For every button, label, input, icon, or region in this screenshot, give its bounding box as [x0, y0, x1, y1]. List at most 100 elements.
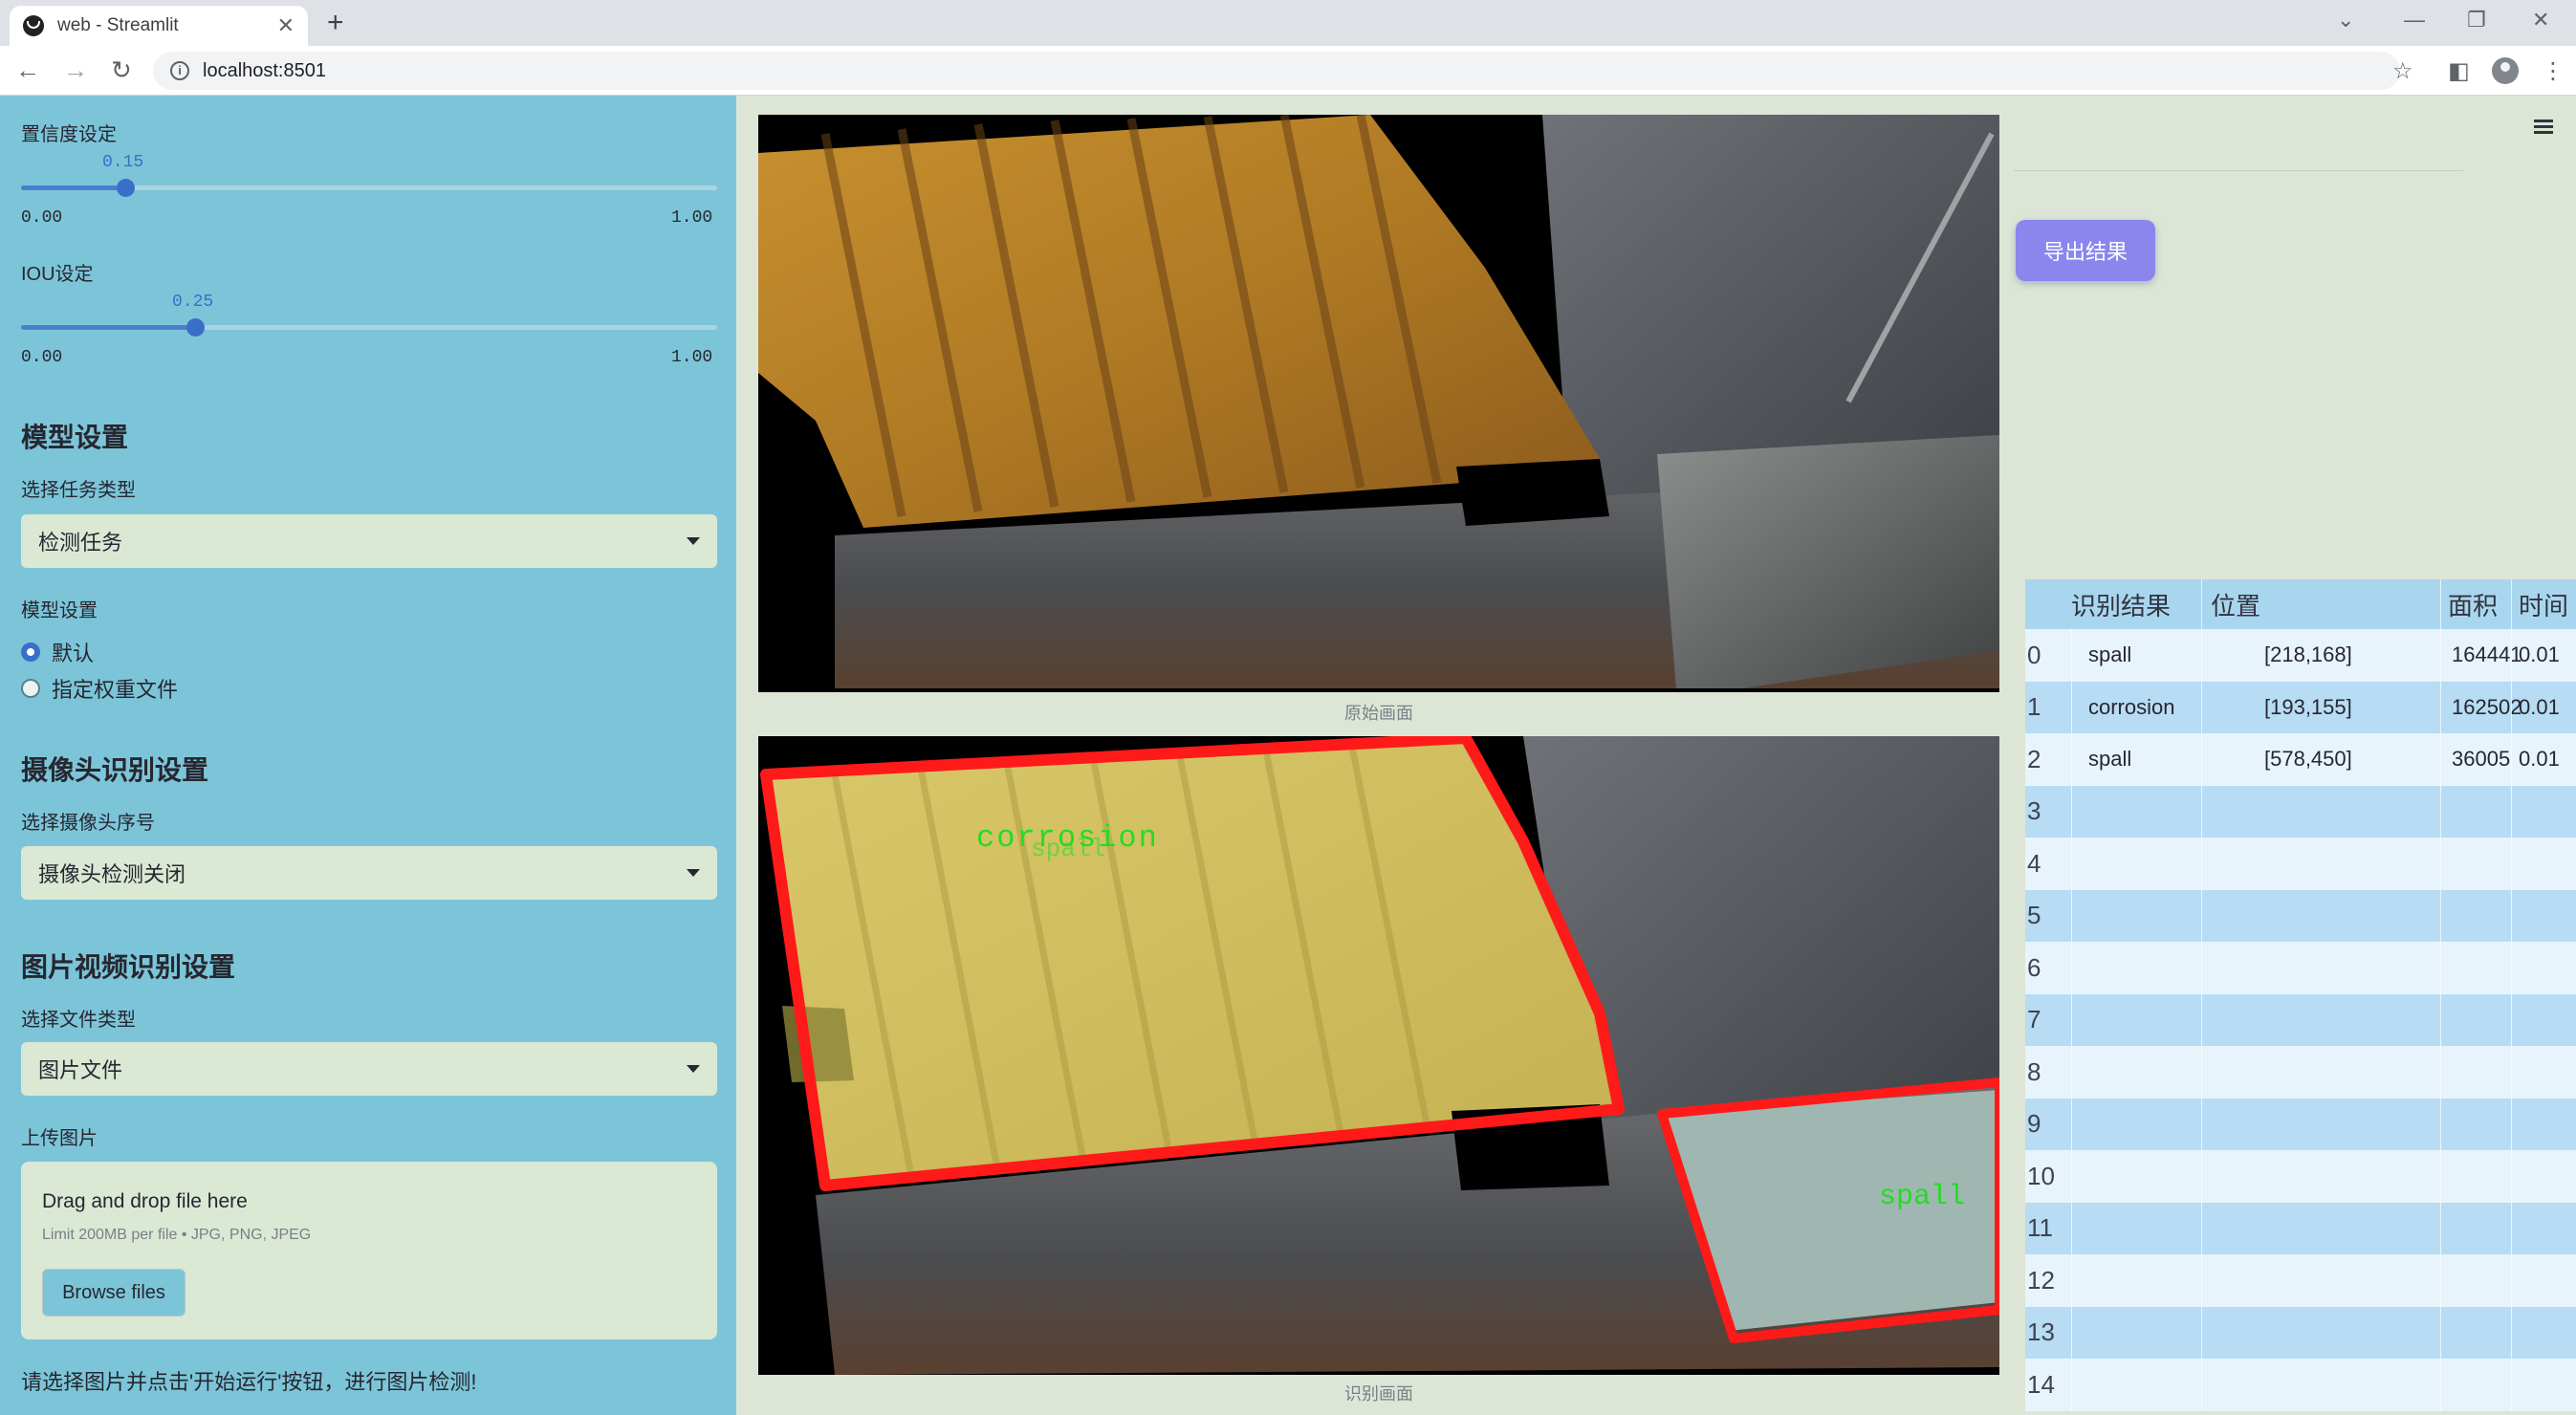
header-result[interactable]: 识别结果: [2071, 579, 2195, 629]
row-index[interactable]: 5: [2027, 890, 2065, 943]
cell-result[interactable]: [2071, 1046, 2195, 1099]
cell-result[interactable]: [2071, 942, 2195, 994]
row-index[interactable]: 2: [2027, 733, 2065, 786]
side-panel-icon[interactable]: ◧: [2448, 57, 2470, 85]
table-row[interactable]: 3: [2025, 785, 2576, 838]
cell-result[interactable]: corrosion: [2071, 682, 2195, 734]
cell-time[interactable]: [2519, 1359, 2576, 1411]
table-body: 0 spall [218,168] 164441 0.01 1 corrosion [193,…: [2025, 629, 2576, 1411]
cell-time[interactable]: 0.01: [2519, 629, 2576, 682]
cell-result[interactable]: [2071, 838, 2195, 890]
row-index[interactable]: 7: [2027, 994, 2065, 1047]
cell-result[interactable]: [2071, 1254, 2195, 1307]
original-caption: 原始画面: [1344, 704, 1413, 723]
row-index[interactable]: 8: [2027, 1046, 2065, 1099]
table-row[interactable]: 6: [2025, 942, 2576, 994]
cell-time[interactable]: [2519, 994, 2576, 1047]
cell-result[interactable]: [2071, 1359, 2195, 1411]
cell-time[interactable]: [2519, 942, 2576, 994]
row-index[interactable]: 4: [2027, 838, 2065, 890]
window-close-icon[interactable]: ✕: [2532, 8, 2549, 33]
confidence-slider-thumb[interactable]: [117, 179, 135, 197]
table-row[interactable]: 14: [2025, 1359, 2576, 1411]
cell-result[interactable]: [2071, 1099, 2195, 1151]
cell-time[interactable]: 0.01: [2519, 733, 2576, 786]
table-row[interactable]: 0 spall [218,168] 164441 0.01: [2025, 629, 2576, 682]
browser-tab[interactable]: web - Streamlit ✕: [10, 6, 308, 46]
row-index[interactable]: 12: [2027, 1254, 2065, 1307]
row-index[interactable]: 11: [2027, 1203, 2065, 1255]
row-index[interactable]: 10: [2027, 1150, 2065, 1203]
table-row[interactable]: 12: [2025, 1254, 2576, 1307]
site-info-icon[interactable]: i: [170, 61, 189, 80]
media-settings-heading: 图片视频识别设置: [21, 952, 236, 982]
table-row[interactable]: 11: [2025, 1202, 2576, 1255]
app-menu-icon[interactable]: [2534, 120, 2553, 135]
cell-result[interactable]: spall: [2071, 733, 2195, 786]
table-row[interactable]: 2 spall [578,450] 36005 0.01: [2025, 733, 2576, 786]
row-index[interactable]: 0: [2027, 629, 2065, 682]
cell-time[interactable]: [2519, 890, 2576, 943]
row-index[interactable]: 1: [2027, 682, 2065, 734]
file-type-select[interactable]: 图片文件: [21, 1042, 717, 1096]
confidence-slider[interactable]: [21, 179, 717, 197]
cell-time[interactable]: [2519, 1203, 2576, 1255]
table-row[interactable]: 13: [2025, 1306, 2576, 1360]
cell-result[interactable]: [2071, 786, 2195, 838]
cell-time[interactable]: [2519, 838, 2576, 890]
row-index[interactable]: 6: [2027, 942, 2065, 994]
row-index[interactable]: 14: [2027, 1359, 2065, 1411]
reload-icon[interactable]: ↻: [111, 55, 132, 84]
table-row[interactable]: 10: [2025, 1150, 2576, 1203]
radio-checked-icon[interactable]: [21, 642, 40, 662]
table-row[interactable]: 1 corrosion [193,155] 162502 0.01: [2025, 681, 2576, 734]
table-row[interactable]: 7: [2025, 993, 2576, 1047]
browse-files-button[interactable]: Browse files: [42, 1269, 186, 1317]
table-row[interactable]: 4: [2025, 838, 2576, 890]
browser-menu-icon[interactable]: ⋮: [2542, 57, 2565, 85]
cell-time[interactable]: [2519, 1099, 2576, 1151]
cell-time[interactable]: [2519, 1307, 2576, 1360]
table-row[interactable]: 9: [2025, 1098, 2576, 1151]
table-row[interactable]: 8: [2025, 1046, 2576, 1099]
bookmark-star-icon[interactable]: ☆: [2392, 57, 2413, 85]
cell-result[interactable]: [2071, 890, 2195, 943]
cell-result[interactable]: [2071, 1150, 2195, 1203]
radio-unchecked-icon[interactable]: [21, 679, 40, 698]
cell-result[interactable]: [2071, 1307, 2195, 1360]
cell-result[interactable]: [2071, 1203, 2195, 1255]
header-time[interactable]: 时间: [2519, 579, 2576, 629]
cell-time[interactable]: [2519, 1150, 2576, 1203]
cell-time[interactable]: [2519, 1046, 2576, 1099]
file-dropzone[interactable]: Drag and drop file here Limit 200MB per …: [21, 1162, 717, 1339]
forward-icon[interactable]: →: [63, 55, 88, 84]
cell-time[interactable]: 0.01: [2519, 682, 2576, 734]
cell-result[interactable]: [2071, 994, 2195, 1047]
address-bar[interactable]: i localhost:8501: [153, 52, 2400, 90]
task-type-select[interactable]: 检测任务: [21, 514, 717, 568]
cell-time[interactable]: [2519, 786, 2576, 838]
cell-result[interactable]: spall: [2071, 629, 2195, 682]
result-image-canvas: [758, 736, 1999, 1375]
table-row[interactable]: 5: [2025, 889, 2576, 943]
tab-close-icon[interactable]: ✕: [277, 13, 295, 38]
dropzone-title: Drag and drop file here: [42, 1190, 248, 1212]
row-index[interactable]: 9: [2027, 1099, 2065, 1151]
row-index[interactable]: 3: [2027, 786, 2065, 838]
export-results-button[interactable]: 导出结果: [2016, 220, 2155, 281]
restore-icon[interactable]: ❐: [2467, 8, 2486, 33]
tab-search-icon[interactable]: ⌄: [2337, 8, 2354, 33]
iou-slider-thumb[interactable]: [186, 318, 205, 337]
back-icon[interactable]: ←: [15, 55, 40, 84]
camera-index-select[interactable]: 摄像头检测关闭: [21, 846, 717, 900]
radio-custom-weights[interactable]: 指定权重文件: [21, 673, 178, 704]
iou-slider[interactable]: [21, 318, 717, 337]
cell-time[interactable]: [2519, 1254, 2576, 1307]
minimize-icon[interactable]: —: [2404, 8, 2425, 33]
right-divider: [2014, 170, 2463, 171]
row-index[interactable]: 13: [2027, 1307, 2065, 1360]
profile-avatar-icon[interactable]: [2492, 57, 2519, 84]
confidence-min: 0.00: [21, 208, 63, 228]
new-tab-button[interactable]: +: [327, 6, 344, 40]
radio-default[interactable]: 默认: [21, 637, 94, 667]
